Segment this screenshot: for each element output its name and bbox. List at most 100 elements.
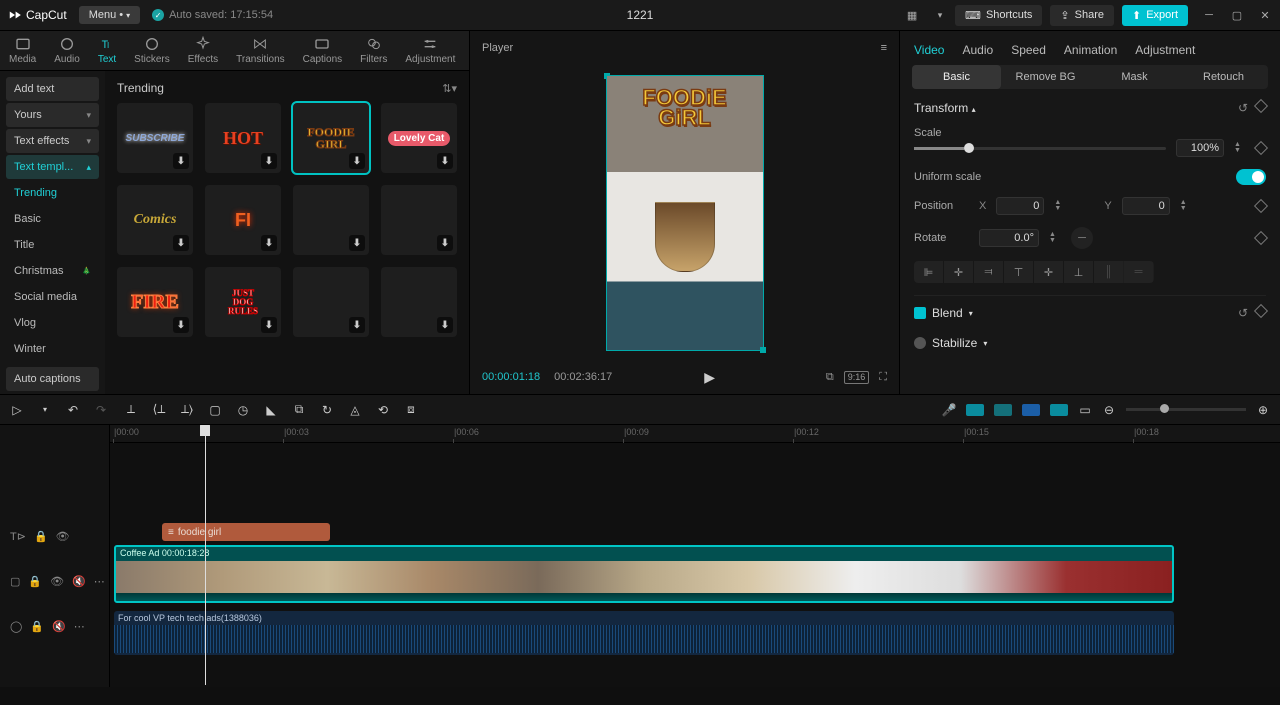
ribbon-stickers[interactable]: Stickers <box>125 31 179 70</box>
tab-animation[interactable]: Animation <box>1064 43 1117 57</box>
crop-tool[interactable]: ⧈ <box>404 403 418 417</box>
video-clip[interactable]: Coffee Ad 00:00:18:28 <box>114 545 1174 603</box>
uniform-toggle[interactable] <box>1236 169 1266 185</box>
pos-y-input[interactable]: 0 <box>1122 197 1170 215</box>
nav-basic[interactable]: Basic <box>6 207 99 231</box>
mic-icon[interactable]: 🎤 <box>942 403 956 417</box>
pointer-tool[interactable]: ▷ <box>10 403 24 417</box>
rotate-keyframe-icon[interactable] <box>1254 231 1268 245</box>
nav-trending[interactable]: Trending <box>6 181 99 205</box>
blend-reset-icon[interactable]: ↺ <box>1238 306 1248 320</box>
nav-title[interactable]: Title <box>6 233 99 257</box>
download-icon[interactable]: ⬇ <box>349 153 365 169</box>
template-fire-flame[interactable]: FI⬇ <box>205 185 281 255</box>
nav-christmas[interactable]: Christmas 🎄 <box>6 259 99 283</box>
nav-vlog[interactable]: Vlog <box>6 311 99 335</box>
template-fire[interactable]: FIRE⬇ <box>117 267 193 337</box>
pos-y-stepper[interactable]: ▲▼ <box>1180 200 1192 212</box>
sort-icon[interactable]: ⇅▾ <box>442 82 457 95</box>
nav-add-text[interactable]: Add text <box>6 77 99 101</box>
rotate-dial[interactable]: ─ <box>1071 227 1093 249</box>
pos-x-input[interactable]: 0 <box>996 197 1044 215</box>
download-icon[interactable]: ⬇ <box>437 153 453 169</box>
ribbon-audio[interactable]: Audio <box>45 31 89 70</box>
fullscreen-icon[interactable]: ⛶ <box>879 371 887 384</box>
align-right[interactable]: ⫤ <box>974 261 1004 283</box>
compare-icon[interactable]: ⧉ <box>826 371 834 384</box>
ribbon-effects[interactable]: Effects <box>179 31 227 70</box>
pos-x-stepper[interactable]: ▲▼ <box>1054 200 1066 212</box>
undo-button[interactable]: ↶ <box>66 403 80 417</box>
layout-icon[interactable]: ▦ <box>905 8 919 22</box>
align-left[interactable]: ⊫ <box>914 261 944 283</box>
stabilize-checkbox[interactable] <box>914 337 926 349</box>
keyframe-icon[interactable] <box>1254 99 1268 113</box>
nav-text-templates[interactable]: Text templ...▴ <box>6 155 99 179</box>
download-icon[interactable]: ⬇ <box>437 235 453 251</box>
download-icon[interactable]: ⬇ <box>349 235 365 251</box>
text-track-header[interactable]: T⊳🔒👁 <box>0 523 109 549</box>
download-icon[interactable]: ⬇ <box>261 153 277 169</box>
template-lovely-cat[interactable]: Lovely Cat⬇ <box>381 103 457 173</box>
template-blank1[interactable]: ⬇ <box>293 185 369 255</box>
speed-tool[interactable]: ◷ <box>236 403 250 417</box>
nav-text-effects[interactable]: Text effects▾ <box>6 129 99 153</box>
play-button[interactable]: ▶ <box>704 369 715 386</box>
subtab-removebg[interactable]: Remove BG <box>1001 65 1090 89</box>
blend-checkbox[interactable] <box>914 307 926 319</box>
tab-audio[interactable]: Audio <box>962 43 993 57</box>
snap-mode-4[interactable] <box>1050 404 1068 416</box>
delete-tool[interactable]: ▢ <box>208 403 222 417</box>
blend-keyframe-icon[interactable] <box>1254 304 1268 318</box>
rotate-input[interactable]: 0.0° <box>979 229 1039 247</box>
snap-mode-1[interactable] <box>966 404 984 416</box>
ribbon-adjustment[interactable]: Adjustment <box>396 31 464 70</box>
template-hot[interactable]: HOT⬇ <box>205 103 281 173</box>
align-top[interactable]: ⊤ <box>1004 261 1034 283</box>
ribbon-media[interactable]: Media <box>0 31 45 70</box>
freeze-tool[interactable]: ⧉ <box>292 403 306 417</box>
zoom-fit[interactable]: ⊕ <box>1256 403 1270 417</box>
distribute-h[interactable]: ║ <box>1094 261 1124 283</box>
snap-mode-2[interactable] <box>994 404 1012 416</box>
download-icon[interactable]: ⬇ <box>173 317 189 333</box>
subtab-mask[interactable]: Mask <box>1090 65 1179 89</box>
download-icon[interactable]: ⬇ <box>173 153 189 169</box>
nav-yours[interactable]: Yours▾ <box>6 103 99 127</box>
close-icon[interactable]: ✕ <box>1258 8 1272 22</box>
audio-clip[interactable]: For cool VP tech tech ads(1388036) <box>114 611 1174 655</box>
preview-canvas[interactable]: FOODiEGiRL <box>607 76 763 350</box>
snap-mode-3[interactable] <box>1022 404 1040 416</box>
download-icon[interactable]: ⬇ <box>261 235 277 251</box>
tab-speed[interactable]: Speed <box>1011 43 1046 57</box>
tab-adjustment[interactable]: Adjustment <box>1135 43 1195 57</box>
aspect-ratio[interactable]: 9:16 <box>844 371 870 384</box>
mirror-tool[interactable]: ◬ <box>348 403 362 417</box>
rotate-stepper[interactable]: ▲▼ <box>1049 232 1061 244</box>
distribute-v[interactable]: ═ <box>1124 261 1154 283</box>
align-vcenter[interactable]: ✛ <box>1034 261 1064 283</box>
audio-track-header[interactable]: ◯🔒🔇⋯ <box>0 613 109 639</box>
split-tool[interactable]: ⟂ <box>124 403 138 417</box>
download-icon[interactable]: ⬇ <box>437 317 453 333</box>
scale-slider[interactable] <box>914 147 1166 150</box>
menu-button[interactable]: Menu•▾ <box>79 6 140 24</box>
maximize-icon[interactable]: ▢ <box>1230 8 1244 22</box>
ribbon-filters[interactable]: Filters <box>351 31 396 70</box>
template-subscribe[interactable]: SUBSCRIBE⬇ <box>117 103 193 173</box>
share-button[interactable]: ⇪Share <box>1050 5 1114 26</box>
scale-stepper[interactable]: ▲▼ <box>1234 142 1246 154</box>
template-comics[interactable]: Comics⬇ <box>117 185 193 255</box>
text-clip[interactable]: ≡foodie girl <box>162 523 330 541</box>
template-speed-lines[interactable]: ⬇ <box>381 267 457 337</box>
template-dog-rules[interactable]: JUST DOG RULES⬇ <box>205 267 281 337</box>
pointer-dropdown[interactable]: ▾ <box>38 403 52 417</box>
transform-heading[interactable]: Transform ▴ <box>914 101 976 115</box>
redo-button[interactable]: ↷ <box>94 403 108 417</box>
download-icon[interactable]: ⬇ <box>173 235 189 251</box>
player-menu-icon[interactable]: ≡ <box>881 42 887 54</box>
scale-keyframe-icon[interactable] <box>1254 141 1268 155</box>
subtab-retouch[interactable]: Retouch <box>1179 65 1268 89</box>
ribbon-text[interactable]: TIText <box>89 31 125 70</box>
export-button[interactable]: ⬆Export <box>1122 5 1188 26</box>
